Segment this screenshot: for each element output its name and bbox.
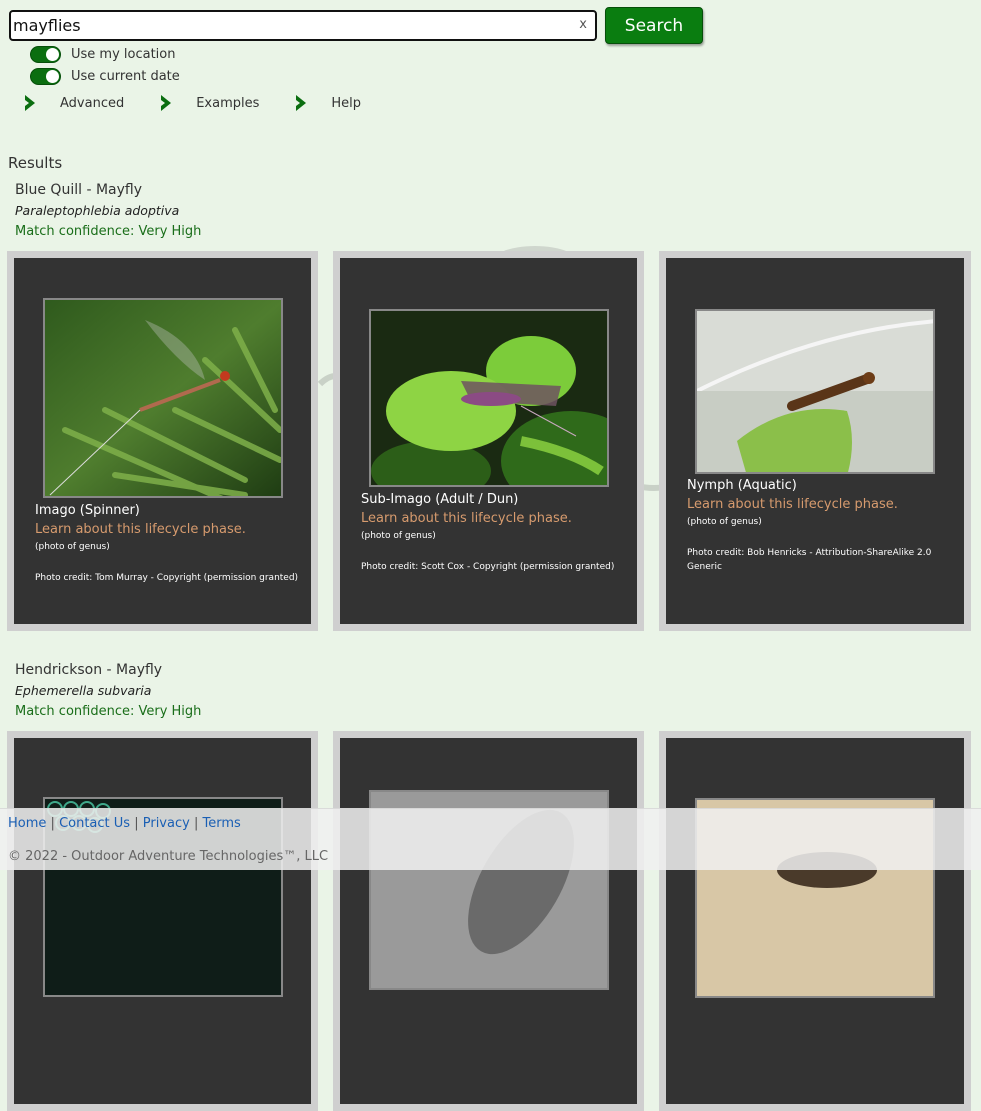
search-button[interactable]: Search: [605, 7, 703, 44]
results-heading: Results: [8, 154, 63, 172]
lifecycle-card: Imago (Spinner) Learn about this lifecyc…: [7, 251, 318, 631]
nav-examples[interactable]: Examples: [160, 94, 259, 112]
scientific-name: Paraleptophlebia adoptiva: [15, 203, 180, 218]
card-text: Nymph (Aquatic) Learn about this lifecyc…: [687, 478, 957, 574]
photo-credit: Photo credit: Bob Henricks - Attribution…: [687, 548, 932, 572]
photo-note: (photo of genus): [361, 531, 436, 541]
chevron-right-icon: [296, 95, 307, 111]
mayfly-spinner-photo: [43, 298, 283, 498]
toggle-knob: [46, 70, 59, 83]
nav-advanced-label: Advanced: [60, 95, 125, 111]
card-body: Imago (Spinner) Learn about this lifecyc…: [14, 258, 311, 624]
use-date-toggle[interactable]: [30, 68, 61, 85]
mayfly-nymph-photo: [695, 309, 935, 474]
learn-lifecycle-link[interactable]: Learn about this lifecycle phase.: [687, 497, 957, 512]
common-name: Blue Quill - Mayfly: [15, 182, 142, 198]
card-body: [14, 738, 311, 1104]
footer-separator: |: [50, 816, 55, 831]
footer-separator: |: [134, 816, 139, 831]
lifecycle-cards: [7, 731, 971, 1111]
nav-advanced[interactable]: Advanced: [24, 94, 124, 112]
mayfly-dun-photo: [369, 309, 609, 487]
chevron-right-icon: [25, 95, 35, 111]
dun-image: [371, 311, 607, 485]
search-input[interactable]: [11, 12, 571, 39]
learn-lifecycle-link[interactable]: Learn about this lifecycle phase.: [35, 522, 305, 537]
search-field-wrapper: x: [9, 10, 597, 41]
nav-help-label: Help: [331, 95, 362, 111]
lifecycle-phase: Sub-Imago (Adult / Dun): [361, 492, 519, 507]
result-header: Blue Quill - Mayfly Paraleptophlebia ado…: [15, 182, 201, 245]
card-text: Imago (Spinner) Learn about this lifecyc…: [35, 503, 305, 585]
scientific-name: Ephemerella subvaria: [15, 683, 152, 698]
use-date-option: Use current date: [30, 68, 180, 85]
use-location-toggle[interactable]: [30, 46, 61, 63]
clear-search-icon[interactable]: x: [579, 17, 587, 32]
search-options-nav: Advanced Examples Help: [24, 94, 397, 112]
lifecycle-card: [7, 731, 318, 1111]
common-name: Hendrickson - Mayfly: [15, 662, 163, 678]
match-confidence: Match confidence: Very High: [15, 704, 202, 719]
use-location-option: Use my location: [30, 46, 176, 63]
card-body: [666, 738, 964, 1104]
nav-examples-label: Examples: [196, 95, 260, 111]
page-footer: Home | Contact Us | Privacy | Terms © 20…: [0, 808, 981, 870]
card-body: [340, 738, 637, 1104]
lifecycle-card: Nymph (Aquatic) Learn about this lifecyc…: [659, 251, 971, 631]
card-text: Sub-Imago (Adult / Dun) Learn about this…: [361, 492, 631, 574]
match-confidence: Match confidence: Very High: [15, 224, 202, 239]
spinner-image: [45, 300, 281, 496]
lifecycle-card: [333, 731, 644, 1111]
card-body: Sub-Imago (Adult / Dun) Learn about this…: [340, 258, 637, 624]
lifecycle-card: [659, 731, 971, 1111]
lifecycle-cards: Imago (Spinner) Learn about this lifecyc…: [7, 251, 971, 631]
learn-lifecycle-link[interactable]: Learn about this lifecycle phase.: [361, 511, 631, 526]
nav-help[interactable]: Help: [295, 94, 361, 112]
search-bar: x Search: [9, 7, 703, 44]
photo-note: (photo of genus): [35, 542, 110, 552]
footer-link-privacy[interactable]: Privacy: [143, 816, 190, 831]
footer-link-terms[interactable]: Terms: [202, 816, 240, 831]
footer-link-home[interactable]: Home: [8, 816, 46, 831]
lifecycle-phase: Nymph (Aquatic): [687, 478, 797, 493]
card-body: Nymph (Aquatic) Learn about this lifecyc…: [666, 258, 964, 624]
footer-separator: |: [193, 816, 199, 831]
photo-credit: Photo credit: Scott Cox - Copyright (per…: [361, 562, 615, 572]
photo-note: (photo of genus): [687, 517, 762, 527]
lifecycle-card: Sub-Imago (Adult / Dun) Learn about this…: [333, 251, 644, 631]
toggle-knob: [46, 48, 59, 61]
photo-credit: Photo credit: Tom Murray - Copyright (pe…: [35, 573, 299, 583]
use-location-label: Use my location: [71, 47, 176, 62]
footer-link-contact[interactable]: Contact Us: [59, 816, 130, 831]
use-date-label: Use current date: [71, 69, 180, 84]
nymph-image: [697, 311, 933, 472]
copyright: © 2022 - Outdoor Adventure Technologies™…: [8, 849, 329, 864]
result-header: Hendrickson - Mayfly Ephemerella subvari…: [15, 662, 201, 725]
lifecycle-phase: Imago (Spinner): [35, 503, 140, 518]
footer-links: Home | Contact Us | Privacy | Terms: [8, 816, 241, 831]
chevron-right-icon: [161, 95, 172, 111]
